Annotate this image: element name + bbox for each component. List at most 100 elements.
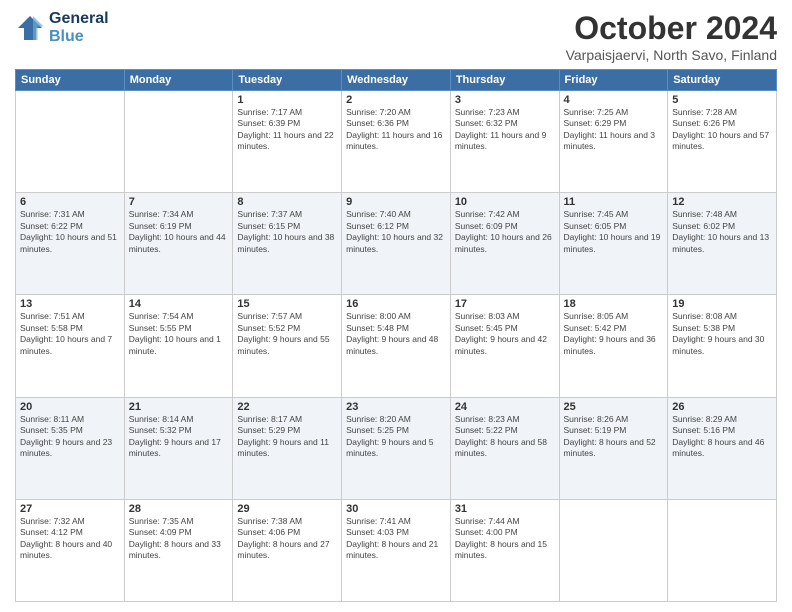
day-info: Sunrise: 7:45 AM Sunset: 6:05 PM Dayligh… bbox=[564, 209, 664, 255]
day-info: Sunrise: 7:35 AM Sunset: 4:09 PM Dayligh… bbox=[129, 516, 229, 562]
day-cell: 7Sunrise: 7:34 AM Sunset: 6:19 PM Daylig… bbox=[124, 193, 233, 295]
col-wednesday: Wednesday bbox=[342, 70, 451, 91]
title-block: October 2024 Varpaisjaervi, North Savo, … bbox=[566, 10, 777, 63]
day-number: 3 bbox=[455, 94, 555, 106]
day-info: Sunrise: 7:44 AM Sunset: 4:00 PM Dayligh… bbox=[455, 516, 555, 562]
day-number: 13 bbox=[20, 298, 120, 310]
day-number: 23 bbox=[346, 401, 446, 413]
day-number: 15 bbox=[237, 298, 337, 310]
day-number: 24 bbox=[455, 401, 555, 413]
day-cell: 13Sunrise: 7:51 AM Sunset: 5:58 PM Dayli… bbox=[16, 295, 125, 397]
calendar-table: Sunday Monday Tuesday Wednesday Thursday… bbox=[15, 69, 777, 602]
day-cell: 21Sunrise: 8:14 AM Sunset: 5:32 PM Dayli… bbox=[124, 397, 233, 499]
day-number: 28 bbox=[129, 503, 229, 515]
col-friday: Friday bbox=[559, 70, 668, 91]
day-info: Sunrise: 7:28 AM Sunset: 6:26 PM Dayligh… bbox=[672, 107, 772, 153]
day-cell: 30Sunrise: 7:41 AM Sunset: 4:03 PM Dayli… bbox=[342, 499, 451, 601]
day-cell: 27Sunrise: 7:32 AM Sunset: 4:12 PM Dayli… bbox=[16, 499, 125, 601]
day-cell: 2Sunrise: 7:20 AM Sunset: 6:36 PM Daylig… bbox=[342, 91, 451, 193]
day-info: Sunrise: 7:32 AM Sunset: 4:12 PM Dayligh… bbox=[20, 516, 120, 562]
day-cell: 5Sunrise: 7:28 AM Sunset: 6:26 PM Daylig… bbox=[668, 91, 777, 193]
calendar-page: General Blue October 2024 Varpaisjaervi,… bbox=[0, 0, 792, 612]
day-cell: 6Sunrise: 7:31 AM Sunset: 6:22 PM Daylig… bbox=[16, 193, 125, 295]
col-tuesday: Tuesday bbox=[233, 70, 342, 91]
day-number: 22 bbox=[237, 401, 337, 413]
day-cell bbox=[559, 499, 668, 601]
day-info: Sunrise: 7:37 AM Sunset: 6:15 PM Dayligh… bbox=[237, 209, 337, 255]
day-info: Sunrise: 8:17 AM Sunset: 5:29 PM Dayligh… bbox=[237, 414, 337, 460]
day-cell: 26Sunrise: 8:29 AM Sunset: 5:16 PM Dayli… bbox=[668, 397, 777, 499]
day-cell: 4Sunrise: 7:25 AM Sunset: 6:29 PM Daylig… bbox=[559, 91, 668, 193]
day-info: Sunrise: 8:08 AM Sunset: 5:38 PM Dayligh… bbox=[672, 311, 772, 357]
day-number: 25 bbox=[564, 401, 664, 413]
day-info: Sunrise: 7:42 AM Sunset: 6:09 PM Dayligh… bbox=[455, 209, 555, 255]
day-cell: 20Sunrise: 8:11 AM Sunset: 5:35 PM Dayli… bbox=[16, 397, 125, 499]
day-cell: 31Sunrise: 7:44 AM Sunset: 4:00 PM Dayli… bbox=[450, 499, 559, 601]
day-cell: 3Sunrise: 7:23 AM Sunset: 6:32 PM Daylig… bbox=[450, 91, 559, 193]
day-number: 31 bbox=[455, 503, 555, 515]
day-info: Sunrise: 7:25 AM Sunset: 6:29 PM Dayligh… bbox=[564, 107, 664, 153]
day-info: Sunrise: 8:29 AM Sunset: 5:16 PM Dayligh… bbox=[672, 414, 772, 460]
day-info: Sunrise: 7:51 AM Sunset: 5:58 PM Dayligh… bbox=[20, 311, 120, 357]
day-number: 10 bbox=[455, 196, 555, 208]
day-cell: 9Sunrise: 7:40 AM Sunset: 6:12 PM Daylig… bbox=[342, 193, 451, 295]
day-cell bbox=[124, 91, 233, 193]
day-info: Sunrise: 8:14 AM Sunset: 5:32 PM Dayligh… bbox=[129, 414, 229, 460]
day-number: 14 bbox=[129, 298, 229, 310]
day-info: Sunrise: 8:20 AM Sunset: 5:25 PM Dayligh… bbox=[346, 414, 446, 460]
location-title: Varpaisjaervi, North Savo, Finland bbox=[566, 47, 777, 63]
day-number: 26 bbox=[672, 401, 772, 413]
day-info: Sunrise: 7:40 AM Sunset: 6:12 PM Dayligh… bbox=[346, 209, 446, 255]
logo-icon bbox=[15, 13, 45, 43]
day-info: Sunrise: 8:11 AM Sunset: 5:35 PM Dayligh… bbox=[20, 414, 120, 460]
week-row-4: 27Sunrise: 7:32 AM Sunset: 4:12 PM Dayli… bbox=[16, 499, 777, 601]
day-number: 30 bbox=[346, 503, 446, 515]
day-number: 8 bbox=[237, 196, 337, 208]
day-number: 29 bbox=[237, 503, 337, 515]
logo-text: General Blue bbox=[49, 10, 109, 46]
day-number: 2 bbox=[346, 94, 446, 106]
week-row-2: 13Sunrise: 7:51 AM Sunset: 5:58 PM Dayli… bbox=[16, 295, 777, 397]
day-info: Sunrise: 8:26 AM Sunset: 5:19 PM Dayligh… bbox=[564, 414, 664, 460]
day-info: Sunrise: 8:03 AM Sunset: 5:45 PM Dayligh… bbox=[455, 311, 555, 357]
day-number: 9 bbox=[346, 196, 446, 208]
col-sunday: Sunday bbox=[16, 70, 125, 91]
day-info: Sunrise: 8:00 AM Sunset: 5:48 PM Dayligh… bbox=[346, 311, 446, 357]
day-number: 27 bbox=[20, 503, 120, 515]
day-cell: 18Sunrise: 8:05 AM Sunset: 5:42 PM Dayli… bbox=[559, 295, 668, 397]
day-cell: 8Sunrise: 7:37 AM Sunset: 6:15 PM Daylig… bbox=[233, 193, 342, 295]
day-cell: 19Sunrise: 8:08 AM Sunset: 5:38 PM Dayli… bbox=[668, 295, 777, 397]
day-cell: 25Sunrise: 8:26 AM Sunset: 5:19 PM Dayli… bbox=[559, 397, 668, 499]
week-row-1: 6Sunrise: 7:31 AM Sunset: 6:22 PM Daylig… bbox=[16, 193, 777, 295]
day-info: Sunrise: 7:38 AM Sunset: 4:06 PM Dayligh… bbox=[237, 516, 337, 562]
day-number: 16 bbox=[346, 298, 446, 310]
day-number: 7 bbox=[129, 196, 229, 208]
day-cell: 14Sunrise: 7:54 AM Sunset: 5:55 PM Dayli… bbox=[124, 295, 233, 397]
day-cell: 22Sunrise: 8:17 AM Sunset: 5:29 PM Dayli… bbox=[233, 397, 342, 499]
day-cell: 23Sunrise: 8:20 AM Sunset: 5:25 PM Dayli… bbox=[342, 397, 451, 499]
day-number: 5 bbox=[672, 94, 772, 106]
day-info: Sunrise: 7:54 AM Sunset: 5:55 PM Dayligh… bbox=[129, 311, 229, 357]
day-cell bbox=[668, 499, 777, 601]
col-monday: Monday bbox=[124, 70, 233, 91]
month-title: October 2024 bbox=[566, 10, 777, 47]
header-row: Sunday Monday Tuesday Wednesday Thursday… bbox=[16, 70, 777, 91]
header: General Blue October 2024 Varpaisjaervi,… bbox=[15, 10, 777, 63]
day-cell: 1Sunrise: 7:17 AM Sunset: 6:39 PM Daylig… bbox=[233, 91, 342, 193]
day-cell: 11Sunrise: 7:45 AM Sunset: 6:05 PM Dayli… bbox=[559, 193, 668, 295]
day-number: 19 bbox=[672, 298, 772, 310]
week-row-0: 1Sunrise: 7:17 AM Sunset: 6:39 PM Daylig… bbox=[16, 91, 777, 193]
day-number: 18 bbox=[564, 298, 664, 310]
col-thursday: Thursday bbox=[450, 70, 559, 91]
day-info: Sunrise: 7:23 AM Sunset: 6:32 PM Dayligh… bbox=[455, 107, 555, 153]
day-cell: 28Sunrise: 7:35 AM Sunset: 4:09 PM Dayli… bbox=[124, 499, 233, 601]
day-info: Sunrise: 7:34 AM Sunset: 6:19 PM Dayligh… bbox=[129, 209, 229, 255]
day-info: Sunrise: 7:17 AM Sunset: 6:39 PM Dayligh… bbox=[237, 107, 337, 153]
day-info: Sunrise: 7:48 AM Sunset: 6:02 PM Dayligh… bbox=[672, 209, 772, 255]
col-saturday: Saturday bbox=[668, 70, 777, 91]
day-cell: 12Sunrise: 7:48 AM Sunset: 6:02 PM Dayli… bbox=[668, 193, 777, 295]
day-number: 20 bbox=[20, 401, 120, 413]
day-info: Sunrise: 7:31 AM Sunset: 6:22 PM Dayligh… bbox=[20, 209, 120, 255]
week-row-3: 20Sunrise: 8:11 AM Sunset: 5:35 PM Dayli… bbox=[16, 397, 777, 499]
day-number: 1 bbox=[237, 94, 337, 106]
